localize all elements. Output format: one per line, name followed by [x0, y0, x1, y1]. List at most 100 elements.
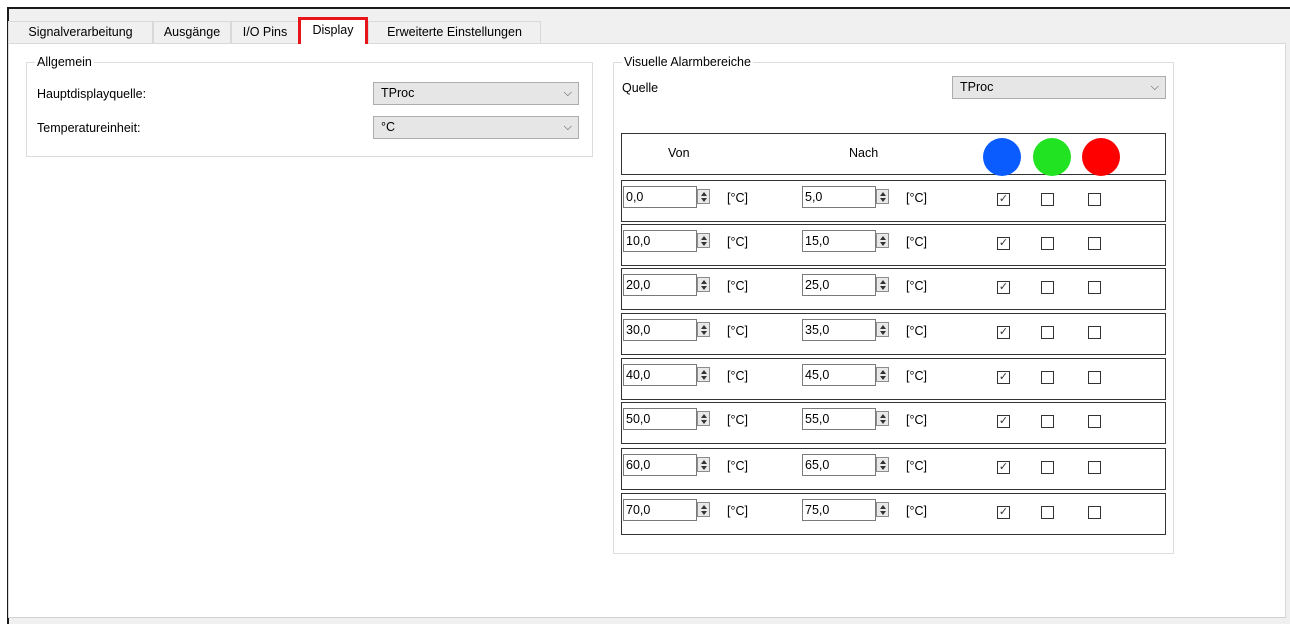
red-checkbox[interactable] — [1088, 371, 1101, 384]
from-unit-label: [°C] — [727, 459, 748, 473]
to-value-input[interactable]: 65,0 — [802, 454, 876, 476]
from-spinner[interactable] — [697, 189, 710, 204]
from-unit-label: [°C] — [727, 413, 748, 427]
green-checkbox[interactable] — [1041, 237, 1054, 250]
alarm-source-select[interactable]: TProc ⌵ — [952, 76, 1166, 99]
spin-up-icon[interactable] — [701, 505, 707, 509]
spin-up-icon[interactable] — [880, 505, 886, 509]
red-checkbox[interactable] — [1088, 193, 1101, 206]
green-checkbox[interactable] — [1041, 371, 1054, 384]
temperature-unit-select[interactable]: °C ⌵ — [373, 116, 579, 139]
blue-checkbox[interactable]: ✓ — [997, 281, 1010, 294]
spin-up-icon[interactable] — [701, 280, 707, 284]
to-spinner[interactable] — [876, 233, 889, 248]
from-value-input[interactable]: 30,0 — [623, 319, 697, 341]
spin-down-icon[interactable] — [701, 511, 707, 515]
tab-signalverarbeitung[interactable]: Signalverarbeitung — [8, 21, 153, 43]
spin-down-icon[interactable] — [880, 511, 886, 515]
to-spinner[interactable] — [876, 367, 889, 382]
spin-down-icon[interactable] — [880, 331, 886, 335]
red-checkbox[interactable] — [1088, 461, 1101, 474]
spin-down-icon[interactable] — [701, 198, 707, 202]
to-value-input[interactable]: 75,0 — [802, 499, 876, 521]
from-spinner[interactable] — [697, 457, 710, 472]
general-groupbox: Allgemein — [26, 55, 593, 157]
blue-checkbox[interactable]: ✓ — [997, 461, 1010, 474]
spin-up-icon[interactable] — [701, 460, 707, 464]
to-value-input[interactable]: 55,0 — [802, 408, 876, 430]
from-value-input[interactable]: 40,0 — [623, 364, 697, 386]
blue-checkbox[interactable]: ✓ — [997, 193, 1010, 206]
from-value-input[interactable]: 20,0 — [623, 274, 697, 296]
red-checkbox[interactable] — [1088, 237, 1101, 250]
blue-checkbox[interactable]: ✓ — [997, 326, 1010, 339]
to-spinner[interactable] — [876, 322, 889, 337]
from-spinner[interactable] — [697, 233, 710, 248]
spin-up-icon[interactable] — [880, 325, 886, 329]
to-value-input[interactable]: 5,0 — [802, 186, 876, 208]
to-spinner[interactable] — [876, 189, 889, 204]
spin-up-icon[interactable] — [880, 370, 886, 374]
tab-io-pins[interactable]: I/O Pins — [231, 21, 299, 43]
spin-down-icon[interactable] — [701, 376, 707, 380]
spin-up-icon[interactable] — [880, 414, 886, 418]
from-value-input[interactable]: 0,0 — [623, 186, 697, 208]
to-value-input[interactable]: 15,0 — [802, 230, 876, 252]
spin-down-icon[interactable] — [880, 376, 886, 380]
tab-display[interactable]: Display — [298, 17, 368, 44]
red-color-indicator — [1082, 138, 1120, 176]
to-spinner[interactable] — [876, 502, 889, 517]
to-value-input[interactable]: 25,0 — [802, 274, 876, 296]
spin-up-icon[interactable] — [880, 460, 886, 464]
green-checkbox[interactable] — [1041, 461, 1054, 474]
from-spinner[interactable] — [697, 277, 710, 292]
spin-down-icon[interactable] — [701, 331, 707, 335]
spin-down-icon[interactable] — [701, 466, 707, 470]
to-spinner[interactable] — [876, 411, 889, 426]
to-value-input[interactable]: 35,0 — [802, 319, 876, 341]
spin-down-icon[interactable] — [880, 242, 886, 246]
red-checkbox[interactable] — [1088, 281, 1101, 294]
spin-down-icon[interactable] — [880, 198, 886, 202]
spin-up-icon[interactable] — [701, 370, 707, 374]
red-checkbox[interactable] — [1088, 326, 1101, 339]
from-spinner[interactable] — [697, 411, 710, 426]
from-value-input[interactable]: 60,0 — [623, 454, 697, 476]
spin-up-icon[interactable] — [701, 192, 707, 196]
tab-ausgaenge[interactable]: Ausgänge — [153, 21, 231, 43]
spin-up-icon[interactable] — [880, 280, 886, 284]
spin-down-icon[interactable] — [880, 420, 886, 424]
blue-checkbox[interactable]: ✓ — [997, 415, 1010, 428]
green-checkbox[interactable] — [1041, 415, 1054, 428]
green-checkbox[interactable] — [1041, 193, 1054, 206]
tab-erweiterte-einstellungen[interactable]: Erweiterte Einstellungen — [368, 21, 541, 43]
spin-up-icon[interactable] — [701, 325, 707, 329]
spin-up-icon[interactable] — [701, 236, 707, 240]
green-checkbox[interactable] — [1041, 506, 1054, 519]
main-display-source-select[interactable]: TProc ⌵ — [373, 82, 579, 105]
spin-down-icon[interactable] — [701, 286, 707, 290]
from-value-input[interactable]: 70,0 — [623, 499, 697, 521]
spin-down-icon[interactable] — [701, 420, 707, 424]
blue-checkbox[interactable]: ✓ — [997, 506, 1010, 519]
spin-down-icon[interactable] — [701, 242, 707, 246]
from-value-input[interactable]: 50,0 — [623, 408, 697, 430]
blue-checkbox[interactable]: ✓ — [997, 237, 1010, 250]
from-value-input[interactable]: 10,0 — [623, 230, 697, 252]
to-spinner[interactable] — [876, 277, 889, 292]
red-checkbox[interactable] — [1088, 506, 1101, 519]
spin-up-icon[interactable] — [880, 236, 886, 240]
from-spinner[interactable] — [697, 322, 710, 337]
to-value-input[interactable]: 45,0 — [802, 364, 876, 386]
red-checkbox[interactable] — [1088, 415, 1101, 428]
spin-up-icon[interactable] — [880, 192, 886, 196]
spin-down-icon[interactable] — [880, 286, 886, 290]
spin-up-icon[interactable] — [701, 414, 707, 418]
green-checkbox[interactable] — [1041, 281, 1054, 294]
green-checkbox[interactable] — [1041, 326, 1054, 339]
to-spinner[interactable] — [876, 457, 889, 472]
from-spinner[interactable] — [697, 502, 710, 517]
blue-checkbox[interactable]: ✓ — [997, 371, 1010, 384]
from-spinner[interactable] — [697, 367, 710, 382]
spin-down-icon[interactable] — [880, 466, 886, 470]
